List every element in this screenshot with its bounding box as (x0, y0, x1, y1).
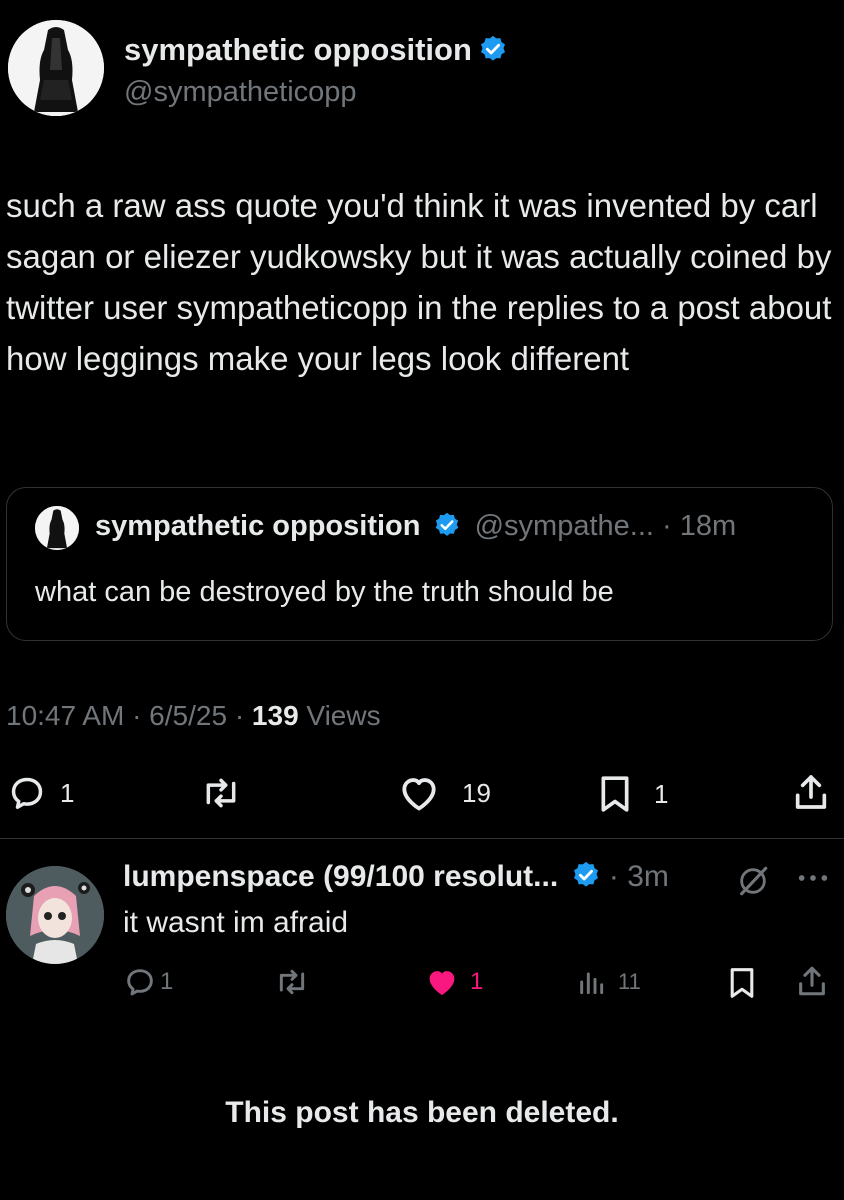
author-avatar[interactable] (8, 20, 104, 116)
reply-repost-button[interactable] (274, 966, 310, 998)
like-button[interactable]: 19 (398, 774, 491, 812)
views-count: 139 (251, 700, 299, 731)
quoted-author-name: sympathetic opposition (95, 510, 421, 542)
reply-icon (124, 966, 156, 998)
bookmark-icon (728, 966, 756, 1000)
quoted-post-card[interactable]: sympathetic opposition @sympathe... · 18… (6, 487, 833, 641)
quoted-post-header: sympathetic opposition @sympathe... · 18… (95, 510, 736, 547)
bookmark-icon (598, 774, 632, 814)
divider (0, 838, 844, 839)
share-icon (792, 772, 830, 812)
bookmark-button[interactable]: 1 (598, 774, 668, 814)
reply-header: lumpenspace (99/100 resolut... · 3m (123, 860, 669, 898)
reply-views-button[interactable]: 11 (576, 966, 641, 998)
analytics-icon (576, 966, 606, 998)
reply-bookmark-button[interactable] (728, 966, 756, 1000)
more-options-icon[interactable] (796, 866, 830, 890)
like-count: 19 (462, 777, 491, 808)
repost-button[interactable] (200, 774, 242, 812)
post-timestamp[interactable]: 10:47 AM · 6/5/25 · (6, 700, 252, 731)
post-meta: 10:47 AM · 6/5/25 · 139 Views (6, 700, 381, 732)
reply-views-count: 11 (618, 969, 641, 994)
repost-icon (274, 966, 310, 998)
post-text: such a raw ass quote you'd think it was … (6, 187, 832, 377)
grok-icon[interactable] (736, 864, 770, 898)
reply-text: it wasnt im afraid (123, 906, 349, 939)
reply-reply-count: 1 (160, 968, 174, 995)
author-handle[interactable]: @sympatheticopp (124, 76, 357, 109)
author-name-text[interactable]: sympathetic opposition (124, 32, 472, 67)
bookmark-count: 1 (654, 778, 669, 809)
share-icon (796, 964, 828, 998)
verified-badge-icon (433, 511, 461, 547)
reply-like-button[interactable]: 1 (424, 966, 483, 998)
reply-meta: · 3m (600, 860, 669, 893)
reply-icon (8, 774, 46, 812)
verified-badge-icon (571, 860, 601, 898)
reply-author-avatar[interactable] (6, 866, 104, 964)
quoted-author-avatar (35, 506, 79, 550)
views-label: Views (298, 700, 381, 731)
heart-icon (398, 774, 440, 812)
quoted-post-text: what can be destroyed by the truth shoul… (35, 576, 614, 608)
quoted-post-meta: @sympathe... · 18m (474, 510, 737, 542)
reply-reply-button[interactable]: 1 (124, 966, 173, 998)
verified-badge-icon (478, 34, 508, 72)
share-button[interactable] (792, 772, 830, 812)
author-name[interactable]: sympathetic opposition (124, 32, 508, 72)
deleted-post-notice: This post has been deleted. (225, 1096, 619, 1129)
reply-like-count: 1 (470, 968, 484, 995)
reply-count: 1 (60, 777, 75, 808)
reply-share-button[interactable] (796, 964, 828, 998)
heart-filled-icon (424, 966, 460, 998)
reply-author-name[interactable]: lumpenspace (99/100 resolut... (123, 860, 558, 893)
reply-button[interactable]: 1 (8, 774, 74, 812)
repost-icon (200, 774, 242, 812)
